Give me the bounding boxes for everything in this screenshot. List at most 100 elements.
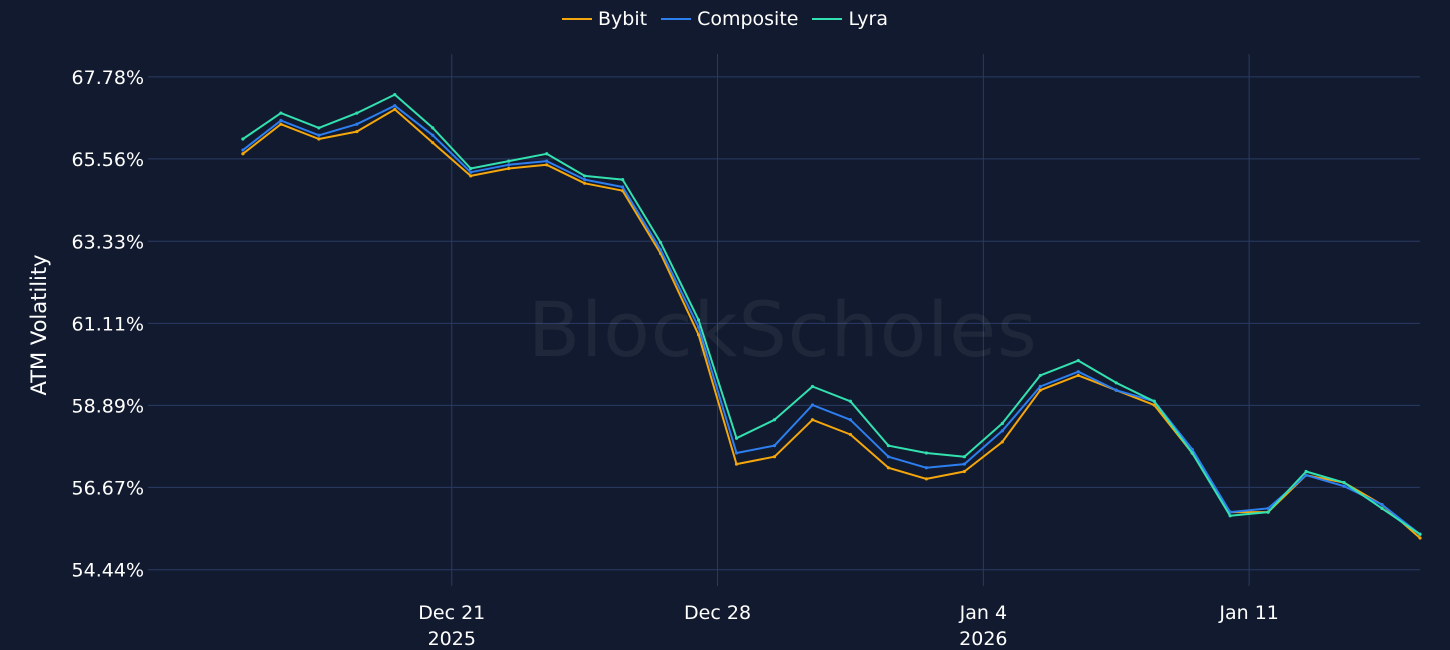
data-point-composite — [469, 170, 473, 174]
y-tick-label: 58.89% — [72, 395, 144, 417]
data-point-lyra — [1152, 399, 1156, 403]
data-point-composite — [279, 118, 283, 123]
data-point-lyra — [507, 159, 511, 163]
x-tick-year-label: 2026 — [959, 628, 1007, 650]
data-point-bybit — [507, 166, 511, 171]
data-point-lyra — [355, 111, 359, 115]
data-point-lyra — [1076, 359, 1080, 363]
data-point-lyra — [241, 137, 245, 141]
data-point-composite — [1342, 484, 1346, 488]
data-point-lyra — [658, 240, 663, 245]
data-point-lyra — [469, 166, 473, 171]
data-point-lyra — [734, 436, 739, 440]
data-point-lyra — [583, 174, 587, 178]
y-axis: 54.44% 56.67% 58.89% 61.11% 63.33% 65.56% 67.7… — [72, 67, 144, 582]
data-point-composite — [431, 133, 435, 137]
data-point-lyra — [393, 93, 397, 97]
data-point-composite — [924, 466, 928, 470]
data-point-composite — [810, 403, 815, 407]
y-tick-label: 63.33% — [72, 231, 144, 253]
legend-label-lyra: Lyra — [848, 8, 889, 30]
data-point-lyra — [886, 444, 891, 448]
data-point-composite — [545, 159, 549, 163]
data-point-composite — [393, 104, 397, 108]
data-point-bybit — [583, 181, 587, 185]
data-point-lyra — [621, 178, 625, 182]
y-tick-label: 54.44% — [72, 560, 144, 582]
legend-swatch-bybit — [561, 18, 592, 20]
data-point-composite — [772, 444, 777, 448]
legend-swatch-composite — [661, 18, 692, 20]
y-tick-label: 65.56% — [72, 149, 144, 171]
data-point-composite — [241, 148, 245, 152]
data-point-composite — [1000, 429, 1004, 433]
x-tick-label: Dec 28 — [684, 602, 751, 624]
data-point-bybit — [810, 418, 815, 422]
data-point-lyra — [848, 399, 853, 403]
legend-item-bybit[interactable]: Bybit — [561, 8, 648, 30]
data-point-composite — [1038, 384, 1042, 389]
data-point-lyra — [1304, 469, 1308, 474]
data-point-lyra — [1418, 532, 1422, 536]
data-point-bybit — [962, 469, 966, 474]
data-point-lyra — [1038, 373, 1042, 378]
legend-item-composite[interactable]: Composite — [661, 8, 798, 30]
data-point-lyra — [1266, 510, 1270, 514]
data-point-lyra — [1380, 506, 1384, 511]
data-point-composite — [848, 418, 853, 422]
data-point-composite — [621, 185, 625, 189]
y-tick-label: 61.11% — [72, 313, 144, 335]
data-point-lyra — [772, 418, 777, 422]
data-point-composite — [507, 163, 511, 167]
data-point-bybit — [279, 122, 283, 126]
data-point-lyra — [279, 111, 283, 115]
data-point-bybit — [886, 466, 891, 470]
data-point-bybit — [241, 152, 245, 156]
data-point-bybit — [431, 141, 435, 145]
legend-label-composite: Composite — [697, 8, 799, 30]
data-point-bybit — [772, 455, 777, 459]
data-point-lyra — [962, 455, 966, 459]
legend: Bybit Composite Lyra — [0, 8, 1450, 30]
x-tick-label: Jan 4 — [959, 602, 1007, 624]
legend-swatch-lyra — [812, 18, 843, 20]
legend-item-lyra[interactable]: Lyra — [812, 8, 888, 30]
data-point-composite — [1380, 503, 1384, 507]
data-point-bybit — [393, 107, 397, 112]
data-point-lyra — [317, 126, 321, 130]
data-point-bybit — [355, 129, 359, 134]
data-point-bybit — [1076, 373, 1080, 378]
watermark: BlockScholes — [528, 285, 1038, 374]
x-axis: Dec 21 2025 Dec 28 Jan 4 2026 Jan 11 — [418, 602, 1279, 650]
data-point-bybit — [924, 477, 928, 481]
x-tick-label: Jan 11 — [1218, 602, 1279, 624]
data-point-composite — [658, 248, 663, 252]
data-point-lyra — [431, 126, 435, 130]
data-point-lyra — [1228, 514, 1232, 518]
data-point-lyra — [1114, 381, 1118, 385]
data-point-bybit — [1418, 536, 1422, 540]
legend-label-bybit: Bybit — [597, 8, 648, 30]
data-point-bybit — [848, 432, 853, 437]
x-tick-year-label: 2025 — [428, 628, 476, 650]
data-point-composite — [886, 455, 891, 459]
data-point-composite — [734, 451, 739, 455]
data-point-composite — [355, 122, 359, 126]
data-point-composite — [962, 462, 966, 466]
data-point-composite — [1076, 370, 1080, 374]
data-point-bybit — [545, 163, 549, 167]
data-point-lyra — [545, 152, 549, 156]
y-axis-title: ATM Volatility — [27, 254, 51, 396]
y-tick-label: 67.78% — [72, 67, 144, 89]
data-point-lyra — [1190, 451, 1194, 455]
data-point-bybit — [1000, 440, 1004, 444]
data-point-composite — [1114, 388, 1118, 392]
data-point-lyra — [924, 451, 928, 455]
data-point-lyra — [810, 384, 815, 389]
data-point-composite — [583, 178, 587, 182]
data-point-lyra — [1000, 421, 1004, 426]
data-point-bybit — [317, 137, 321, 141]
data-point-lyra — [1342, 480, 1346, 485]
y-tick-label: 56.67% — [72, 477, 144, 499]
x-tick-label: Dec 21 — [418, 602, 485, 624]
